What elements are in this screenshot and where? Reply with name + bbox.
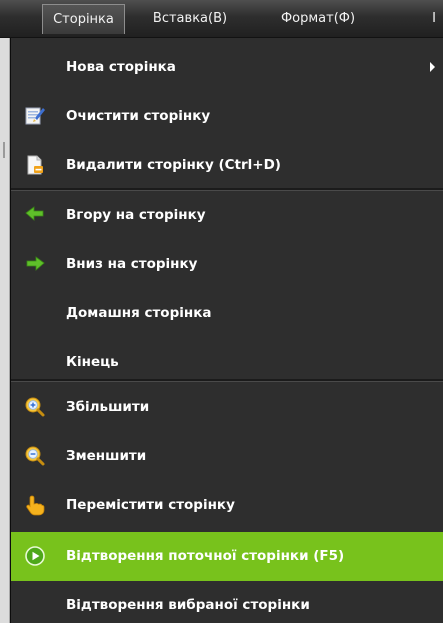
menu-item-play-selected-page[interactable]: Відтворення вибраної сторінки [11,581,443,623]
menu-item-label: Нова сторінка [66,59,176,75]
menu-item-zoom-out[interactable]: Зменшити [11,432,443,481]
clear-page-icon [24,105,46,127]
menu-item-label: Відтворення вибраної сторінки [66,597,310,613]
menu-item-label: Вгору на сторінку [66,207,206,223]
menu-item-zoom-in[interactable]: Збільшити [11,383,443,432]
menu-item-page-down[interactable]: Вниз на сторінку [11,240,443,289]
play-icon [24,545,46,567]
menubar-item-insert[interactable]: Вставка(В) [140,0,240,37]
menu-separator [11,379,443,382]
menubar-item-format[interactable]: Формат(Ф) [268,0,368,37]
menu-item-label: Видалити сторінку (Ctrl+D) [66,157,281,173]
menu-item-page-up[interactable]: Вгору на сторінку [11,191,443,240]
menubar-item-next[interactable]: I [426,0,442,37]
delete-page-icon [24,154,46,176]
menu-item-new-page[interactable]: Нова сторінка [11,43,443,92]
document-edge-mark [3,142,5,158]
menu-item-play-current-page[interactable]: Відтворення поточної сторінки (F5) [11,532,443,581]
submenu-arrow-icon [430,62,435,72]
page-dropdown-menu: Нова сторінка Очистити сторінку Видалити… [10,38,443,623]
menu-item-label: Збільшити [66,399,150,415]
menu-item-delete-page[interactable]: Видалити сторінку (Ctrl+D) [11,141,443,190]
menu-item-move-page[interactable]: Перемістити сторінку [11,481,443,530]
menu-item-label: Перемістити сторінку [66,497,235,513]
menu-item-clear-page[interactable]: Очистити сторінку [11,92,443,141]
menu-item-label: Відтворення поточної сторінки (F5) [66,548,345,564]
menubar-item-page[interactable]: Сторінка [42,4,125,34]
menu-item-label: Очистити сторінку [66,108,211,124]
arrow-right-icon [24,253,46,275]
menu-item-home-page[interactable]: Домашня сторінка [11,289,443,338]
document-edge [0,38,10,623]
hand-pointer-icon [24,494,46,516]
zoom-out-icon [24,445,46,467]
menu-bar: Сторінка Вставка(В) Формат(Ф) I [0,0,443,38]
app-window: Сторінка Вставка(В) Формат(Ф) I Нова сто… [0,0,443,623]
menu-item-label: Домашня сторінка [66,305,212,321]
zoom-in-icon [24,396,46,418]
menu-item-label: Вниз на сторінку [66,256,198,272]
arrow-left-icon [24,204,46,226]
menu-item-label: Зменшити [66,448,147,464]
